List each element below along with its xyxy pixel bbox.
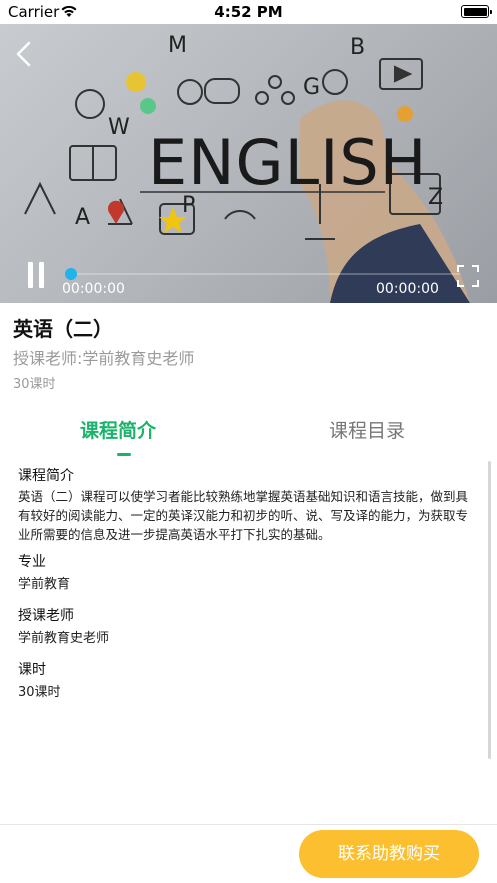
video-thumbnail: M B G W A P Z ENGLISH	[24, 33, 470, 303]
back-icon[interactable]	[12, 40, 36, 68]
tab-indicator	[117, 453, 131, 456]
video-banner-text: ENGLISH	[148, 126, 427, 199]
tab-course-catalog[interactable]: 课程目录	[329, 416, 405, 443]
tab-course-intro[interactable]: 课程简介	[80, 416, 156, 443]
hours-value: 30课时	[18, 685, 61, 700]
major-label: 专业	[18, 554, 46, 570]
video-player[interactable]: M B G W A P Z ENGLISH 00:00:00 00:00:00	[0, 24, 497, 303]
status-time: 4:52 PM	[214, 3, 283, 21]
video-current-time: 00:00:00	[62, 281, 125, 297]
intro-text: 英语（二）课程可以使学习者能比较熟练地掌握英语基础知识和语言技能，做到具有较好的…	[18, 489, 469, 542]
status-bar: Carrier 4:52 PM	[0, 0, 497, 24]
svg-text:A: A	[75, 205, 90, 230]
fullscreen-icon[interactable]	[456, 264, 480, 288]
svg-text:W: W	[108, 115, 130, 140]
svg-text:G: G	[303, 75, 320, 100]
footer-divider	[0, 824, 497, 825]
scrollbar[interactable]	[488, 461, 491, 759]
pause-icon[interactable]	[26, 262, 48, 288]
video-total-time: 00:00:00	[376, 281, 439, 297]
major-value: 学前教育	[18, 577, 71, 592]
intro-label: 课程简介	[18, 468, 74, 484]
course-hours: 30课时	[13, 377, 56, 392]
video-progress-track[interactable]	[70, 273, 460, 275]
course-teacher: 授课老师:学前教育史老师	[13, 349, 195, 368]
svg-text:M: M	[168, 33, 187, 58]
teacher-value: 学前教育史老师	[18, 631, 110, 646]
battery-icon	[461, 5, 492, 18]
svg-text:B: B	[350, 35, 365, 60]
teacher-label: 授课老师	[18, 608, 74, 624]
svg-text:Z: Z	[428, 185, 443, 210]
video-progress-knob[interactable]	[65, 268, 77, 280]
hours-label: 课时	[18, 662, 46, 678]
course-title: 英语（二）	[13, 317, 113, 341]
contact-assistant-buy-button[interactable]: 联系助教购买	[299, 830, 479, 878]
